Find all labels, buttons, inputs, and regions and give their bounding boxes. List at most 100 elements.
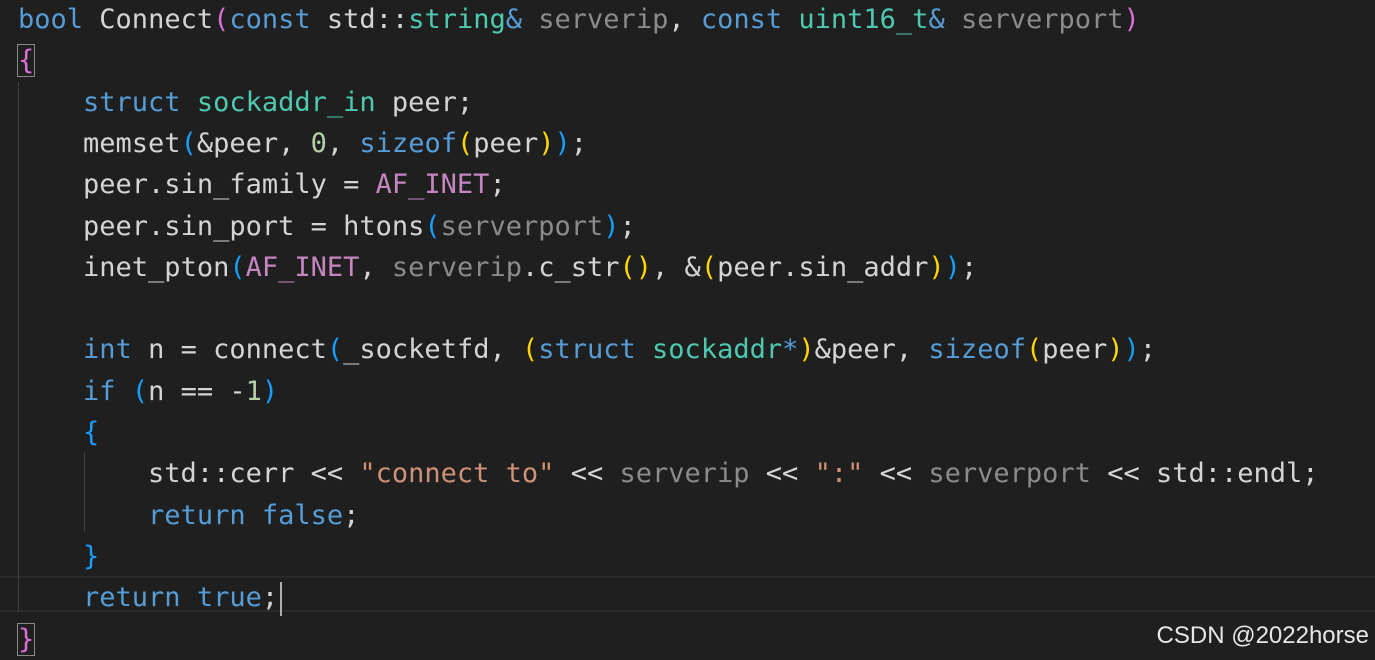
code-editor[interactable]: bool Connect(const std::string& serverip… xyxy=(0,0,1375,660)
code-token: struct xyxy=(83,86,181,118)
code-line[interactable]: peer.sin_family = AF_INET; xyxy=(18,165,506,205)
code-token: peer.sin_port = htons xyxy=(83,210,425,242)
code-token: serverport xyxy=(440,210,604,242)
code-token: ; xyxy=(343,499,360,531)
code-token: n == - xyxy=(148,375,246,407)
code-token: struct xyxy=(538,334,636,366)
code-line[interactable]: int n = connect(_socketfd, (struct socka… xyxy=(18,330,1156,370)
code-token: ) xyxy=(261,375,279,407)
code-token: sizeof xyxy=(359,127,457,159)
code-token: AF_INET xyxy=(375,169,490,201)
code-token: peer xyxy=(473,127,539,159)
code-token: << xyxy=(554,458,620,490)
code-token: Connect xyxy=(99,4,214,35)
code-line[interactable]: if (n == -1) xyxy=(18,372,278,412)
code-token: peer; xyxy=(375,86,474,118)
code-token: return xyxy=(83,582,181,614)
code-line[interactable]: } xyxy=(18,537,99,577)
code-token: ( xyxy=(456,127,474,159)
code-line[interactable]: inet_pton(AF_INET, serverip.c_str(), &(p… xyxy=(18,248,977,288)
code-token: { xyxy=(16,44,36,78)
code-token: ) xyxy=(944,251,961,283)
code-token: n = connect xyxy=(131,334,327,366)
code-token: ( xyxy=(1025,334,1043,366)
code-token: .c_str xyxy=(521,251,620,283)
code-token: ; xyxy=(619,210,636,242)
code-token: ) xyxy=(603,210,620,242)
code-line[interactable]: peer.sin_port = htons(serverport); xyxy=(18,207,636,247)
code-token: :: xyxy=(375,4,409,35)
code-token: sockaddr_in xyxy=(196,86,376,118)
code-token: ( xyxy=(700,251,718,283)
code-token: return xyxy=(148,499,246,531)
code-token: , & xyxy=(652,251,701,283)
code-token: ":" xyxy=(814,458,864,490)
code-token: peer.sin_family = xyxy=(83,169,376,201)
code-token: & xyxy=(505,4,523,35)
code-line[interactable]: return true; xyxy=(18,578,283,618)
code-token: false xyxy=(261,499,344,531)
code-token: inet_pton xyxy=(83,251,230,283)
code-token: ; xyxy=(1139,334,1157,366)
code-token: "connect to" xyxy=(359,458,555,490)
code-token: ) xyxy=(554,127,571,159)
code-token: std xyxy=(326,4,376,35)
code-token: true xyxy=(196,582,262,614)
code-line[interactable]: std::cerr << "connect to" << serverip <<… xyxy=(18,454,1319,494)
code-line[interactable]: { xyxy=(18,413,99,453)
code-token: ( xyxy=(131,375,149,407)
code-token: const xyxy=(229,4,311,35)
code-line[interactable]: memset(&peer, 0, sizeof(peer)); xyxy=(18,124,587,164)
code-token: , xyxy=(326,127,360,159)
code-token: uint16_t xyxy=(798,4,929,35)
code-token: ) xyxy=(1123,4,1140,35)
code-token: & xyxy=(928,4,945,35)
code-token: { xyxy=(83,417,100,448)
code-token: << std::endl; xyxy=(1090,458,1319,490)
code-line[interactable]: bool Connect(const std::string& serverip… xyxy=(18,0,1140,40)
code-token: ( xyxy=(521,334,539,366)
code-token: &peer, xyxy=(814,334,929,366)
code-token: } xyxy=(16,622,36,656)
code-line[interactable]: return false; xyxy=(18,496,359,536)
code-token: sizeof xyxy=(928,334,1026,366)
code-token: , xyxy=(668,4,701,35)
code-line[interactable]: { xyxy=(16,41,36,81)
code-token: ; xyxy=(570,127,588,159)
code-token: () xyxy=(619,251,653,283)
text-cursor xyxy=(280,581,283,616)
code-token: AF_INET xyxy=(245,251,360,283)
code-token: ) xyxy=(1123,334,1140,366)
code-token: _socketfd, xyxy=(343,334,522,366)
code-token: , xyxy=(359,251,392,283)
code-line[interactable]: } xyxy=(16,620,36,660)
code-token: serverport xyxy=(960,4,1124,35)
code-token: ; xyxy=(960,251,978,283)
code-line[interactable]: struct sockaddr_in peer; xyxy=(18,83,473,123)
code-token: serverip xyxy=(619,458,750,490)
code-token: std::cerr << xyxy=(148,458,360,490)
watermark: CSDN @2022horse xyxy=(1156,622,1369,649)
code-token: ) xyxy=(928,251,945,283)
code-token: << xyxy=(749,458,815,490)
code-token: bool xyxy=(18,4,84,35)
code-token: ) xyxy=(1107,334,1124,366)
code-token: peer.sin_addr xyxy=(717,251,929,283)
code-token: ) xyxy=(798,334,815,366)
